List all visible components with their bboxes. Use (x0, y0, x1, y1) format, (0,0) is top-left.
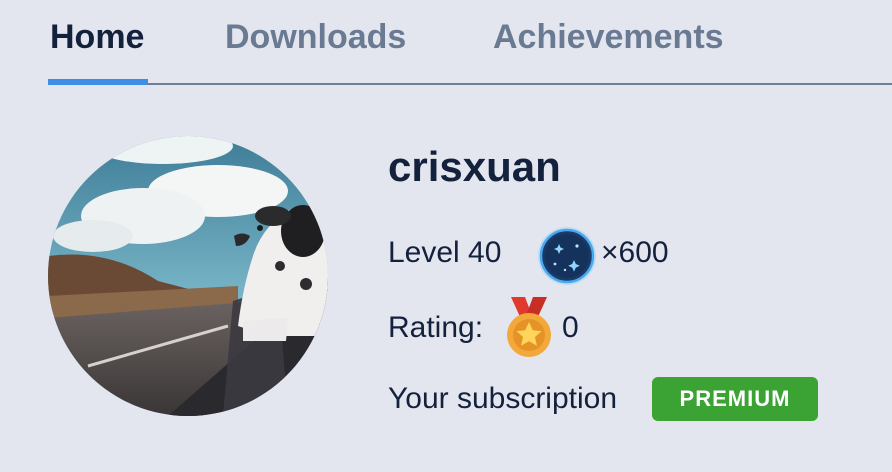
avatar-image (48, 136, 328, 416)
galaxy-coin-icon (538, 227, 596, 285)
tab-divider (48, 83, 892, 85)
avatar (48, 136, 328, 416)
level-label: Level 40 (388, 236, 502, 269)
premium-badge: PREMIUM (652, 377, 818, 421)
rating-label: Rating: (388, 311, 484, 344)
tab-bar: Home Downloads Achievements (48, 0, 892, 86)
rating-value: 0 (562, 311, 579, 344)
coin-count: ×600 (601, 236, 669, 269)
tab-downloads[interactable]: Downloads (225, 18, 406, 57)
tab-home[interactable]: Home (50, 18, 144, 57)
tab-achievements[interactable]: Achievements (493, 18, 724, 57)
subscription-label: Your subscription (388, 382, 618, 415)
star-medal-icon (507, 297, 551, 357)
username: crisxuan (388, 143, 561, 190)
active-tab-indicator (48, 79, 148, 85)
